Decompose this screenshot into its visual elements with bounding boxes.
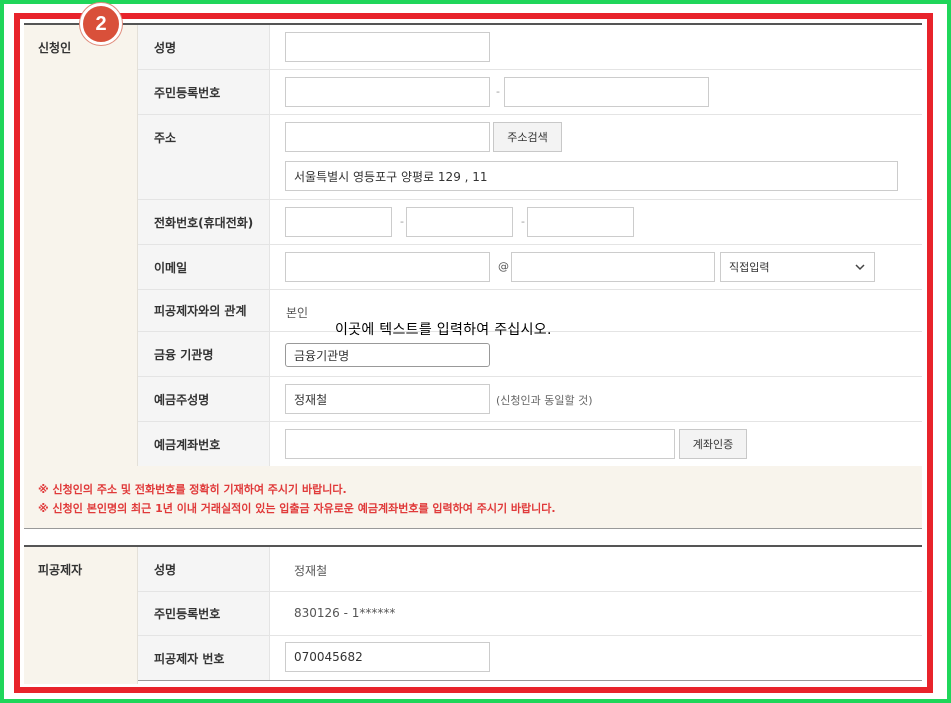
email-at-sign: @: [498, 260, 509, 273]
label-applicant-depositor: 예금주성명: [138, 377, 270, 421]
label-applicant-name: 성명: [138, 25, 270, 69]
email-id-input[interactable]: [285, 252, 490, 282]
phone-part2-input[interactable]: [406, 207, 513, 237]
label-applicant-email: 이메일: [138, 245, 270, 289]
postcode-input[interactable]: [285, 122, 490, 152]
phone-dash-1: -: [400, 215, 404, 228]
insured-rrn-value: 830126 - 1******: [294, 606, 396, 620]
notice-line-2: ※ 신청인 본인명의 최근 1년 이내 거래실적이 있는 입출금 자유로운 예금…: [38, 502, 556, 515]
row-insured-name: 성명 정재철: [138, 547, 922, 592]
row-applicant-name: 성명: [138, 25, 922, 70]
address-detail-input[interactable]: 서울특별시 영등포구 양평로 129 , 11: [285, 161, 898, 191]
insured-name-value: 정재철: [294, 564, 328, 578]
label-applicant-relation: 피공제자와의 관계: [138, 290, 270, 331]
row-applicant-account: 예금계좌번호 계좌인증: [138, 422, 922, 467]
insured-number-input[interactable]: 070045682: [285, 642, 490, 672]
label-applicant-phone: 전화번호(휴대전화): [138, 200, 270, 244]
depositor-name-input[interactable]: 정재철: [285, 384, 490, 414]
chevron-down-icon: [855, 264, 865, 271]
label-insured-number: 피공제자 번호: [138, 636, 270, 680]
label-applicant-rrn: 주민등록번호: [138, 70, 270, 114]
bank-select[interactable]: 금융기관명: [285, 343, 490, 367]
application-form: 신청인 성명 주민등록번호 - 주소 주소검색 서울특별시 영등포구 양평로 1…: [24, 23, 922, 684]
row-insured-rrn: 주민등록번호 830126 - 1******: [138, 592, 922, 636]
phone-part3-input[interactable]: [527, 207, 634, 237]
row-insured-number: 피공제자 번호 070045682: [138, 636, 922, 681]
overlay-text-annotation: 이곳에 텍스트를 입력하여 주십시오.: [335, 322, 552, 338]
section-label-applicant: 신청인: [24, 25, 138, 466]
phone-part1-input[interactable]: [285, 207, 392, 237]
rrn-dash: -: [496, 85, 500, 98]
step-badge: 2: [80, 3, 122, 45]
row-applicant-depositor: 예금주성명 정재철 (신청인과 동일할 것): [138, 377, 922, 422]
label-applicant-address: 주소: [138, 115, 270, 199]
label-insured-rrn: 주민등록번호: [138, 592, 270, 635]
section-label-insured: 피공제자: [24, 547, 138, 684]
notice-box: ※ 신청인의 주소 및 전화번호를 정확히 기재하여 주시기 바랍니다. ※ 신…: [24, 466, 922, 529]
email-domain-select-value: 직접입력: [729, 261, 770, 274]
row-applicant-rrn: 주민등록번호 -: [138, 70, 922, 115]
notice-line-1: ※ 신청인의 주소 및 전화번호를 정확히 기재하여 주시기 바랍니다.: [38, 483, 347, 496]
row-applicant-address: 주소 주소검색 서울특별시 영등포구 양평로 129 , 11: [138, 115, 922, 200]
phone-dash-2: -: [521, 215, 525, 228]
account-number-input[interactable]: [285, 429, 675, 459]
address-search-button[interactable]: 주소검색: [493, 122, 562, 152]
row-applicant-email: 이메일 @ 직접입력: [138, 245, 922, 290]
account-verify-button[interactable]: 계좌인증: [679, 429, 747, 459]
applicant-name-input[interactable]: [285, 32, 490, 62]
email-domain-input[interactable]: [511, 252, 715, 282]
label-applicant-bank: 금융 기관명: [138, 332, 270, 376]
email-domain-select[interactable]: 직접입력: [720, 252, 875, 282]
label-applicant-account: 예금계좌번호: [138, 422, 270, 466]
rrn-back-input[interactable]: [504, 77, 709, 107]
rrn-front-input[interactable]: [285, 77, 490, 107]
depositor-note: (신청인과 동일할 것): [496, 394, 593, 407]
label-insured-name: 성명: [138, 547, 270, 591]
row-applicant-phone: 전화번호(휴대전화) - -: [138, 200, 922, 245]
relation-value: 본인: [286, 306, 309, 320]
